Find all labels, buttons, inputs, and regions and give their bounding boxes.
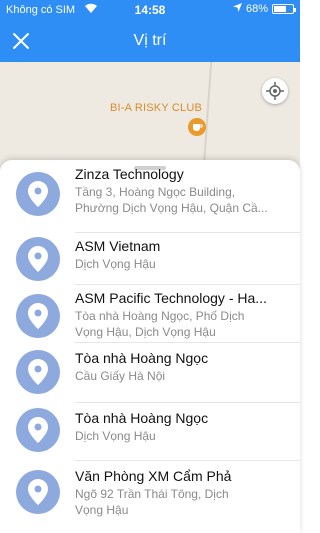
place-address: Tòa nhà Hoàng Ngọc, Phố Dịch Vọng Hậu, D… [75, 308, 290, 340]
nav-bar: Vị trí [0, 22, 300, 62]
divider [75, 284, 300, 285]
address-line: Cầu Giấy Hà Nội [75, 369, 166, 383]
cafe-icon[interactable] [188, 118, 206, 136]
list-item[interactable]: Tòa nhà Hoàng Ngọc Cầu Giấy Hà Nội [0, 342, 300, 404]
list-item[interactable]: Tòa nhà Hoàng Ngọc Dịch Vọng Hậu [0, 402, 300, 464]
location-pin-icon [16, 237, 60, 281]
place-name: Văn Phòng XM Cẩm Phả [75, 468, 232, 484]
my-location-button[interactable] [262, 78, 288, 104]
divider [75, 232, 300, 233]
crosshair-icon [266, 82, 284, 100]
location-arrow-icon [232, 3, 242, 15]
status-bar: Không có SIM 14:58 68% [0, 0, 300, 20]
address-line: Vọng Hậu [75, 503, 129, 517]
place-address: Ngõ 92 Trần Thái Tông, Dịch Vọng Hậu [75, 486, 290, 518]
battery-percent: 68% [245, 3, 268, 15]
map-road [201, 62, 213, 170]
place-name: Tòa nhà Hoàng Ngọc [75, 350, 209, 366]
place-address: Dịch Vọng Hậu [75, 428, 290, 444]
divider [75, 402, 300, 403]
divider [75, 460, 300, 461]
place-address: Cầu Giấy Hà Nội [75, 368, 290, 384]
address-line: Dịch Vọng Hậu [75, 429, 156, 443]
address-line: Vọng Hậu, Dịch Vọng Hậu [75, 325, 216, 339]
address-line: Phường Dịch Vọng Hậu, Quận Cầ... [75, 201, 268, 215]
battery-fill [274, 6, 286, 12]
address-line: Ngõ 92 Trần Thái Tông, Dịch [75, 487, 229, 501]
location-pin-icon [16, 470, 60, 514]
battery-icon [272, 4, 296, 14]
list-item[interactable]: ASM Pacific Technology - Ha... Tòa nhà H… [0, 284, 300, 346]
page-title: Vị trí [133, 32, 167, 49]
address-line: Dịch Vọng Hậu [75, 257, 156, 271]
address-line: Tầng 3, Hoàng Ngọc Building, [75, 185, 236, 199]
place-name: ASM Pacific Technology - Ha... [75, 290, 267, 306]
place-address: Tầng 3, Hoàng Ngọc Building, Phường Dịch… [75, 184, 290, 216]
place-name: ASM Vietnam [75, 238, 161, 254]
place-name: Tòa nhà Hoàng Ngọc [75, 410, 209, 426]
location-pin-icon [16, 408, 60, 452]
divider [75, 342, 300, 343]
place-address: Dịch Vọng Hậu [75, 256, 290, 272]
poi-label: BI-A RISKY CLUB [110, 102, 203, 114]
map-view[interactable]: BI-A RISKY CLUB [0, 62, 300, 170]
places-list[interactable]: Zinza Technology Tầng 3, Hoàng Ngọc Buil… [0, 160, 300, 533]
top-bar: Không có SIM 14:58 68% Vị trí [0, 0, 300, 62]
list-item[interactable]: Văn Phòng XM Cẩm Phả Ngõ 92 Trần Thái Tô… [0, 460, 300, 522]
address-line: Tòa nhà Hoàng Ngọc, Phố Dịch [75, 309, 245, 323]
list-item[interactable]: Zinza Technology Tầng 3, Hoàng Ngọc Buil… [0, 166, 300, 228]
location-pin-icon [16, 172, 60, 216]
location-pin-icon [16, 294, 60, 338]
place-name: Zinza Technology [75, 166, 184, 182]
location-pin-icon [16, 350, 60, 394]
